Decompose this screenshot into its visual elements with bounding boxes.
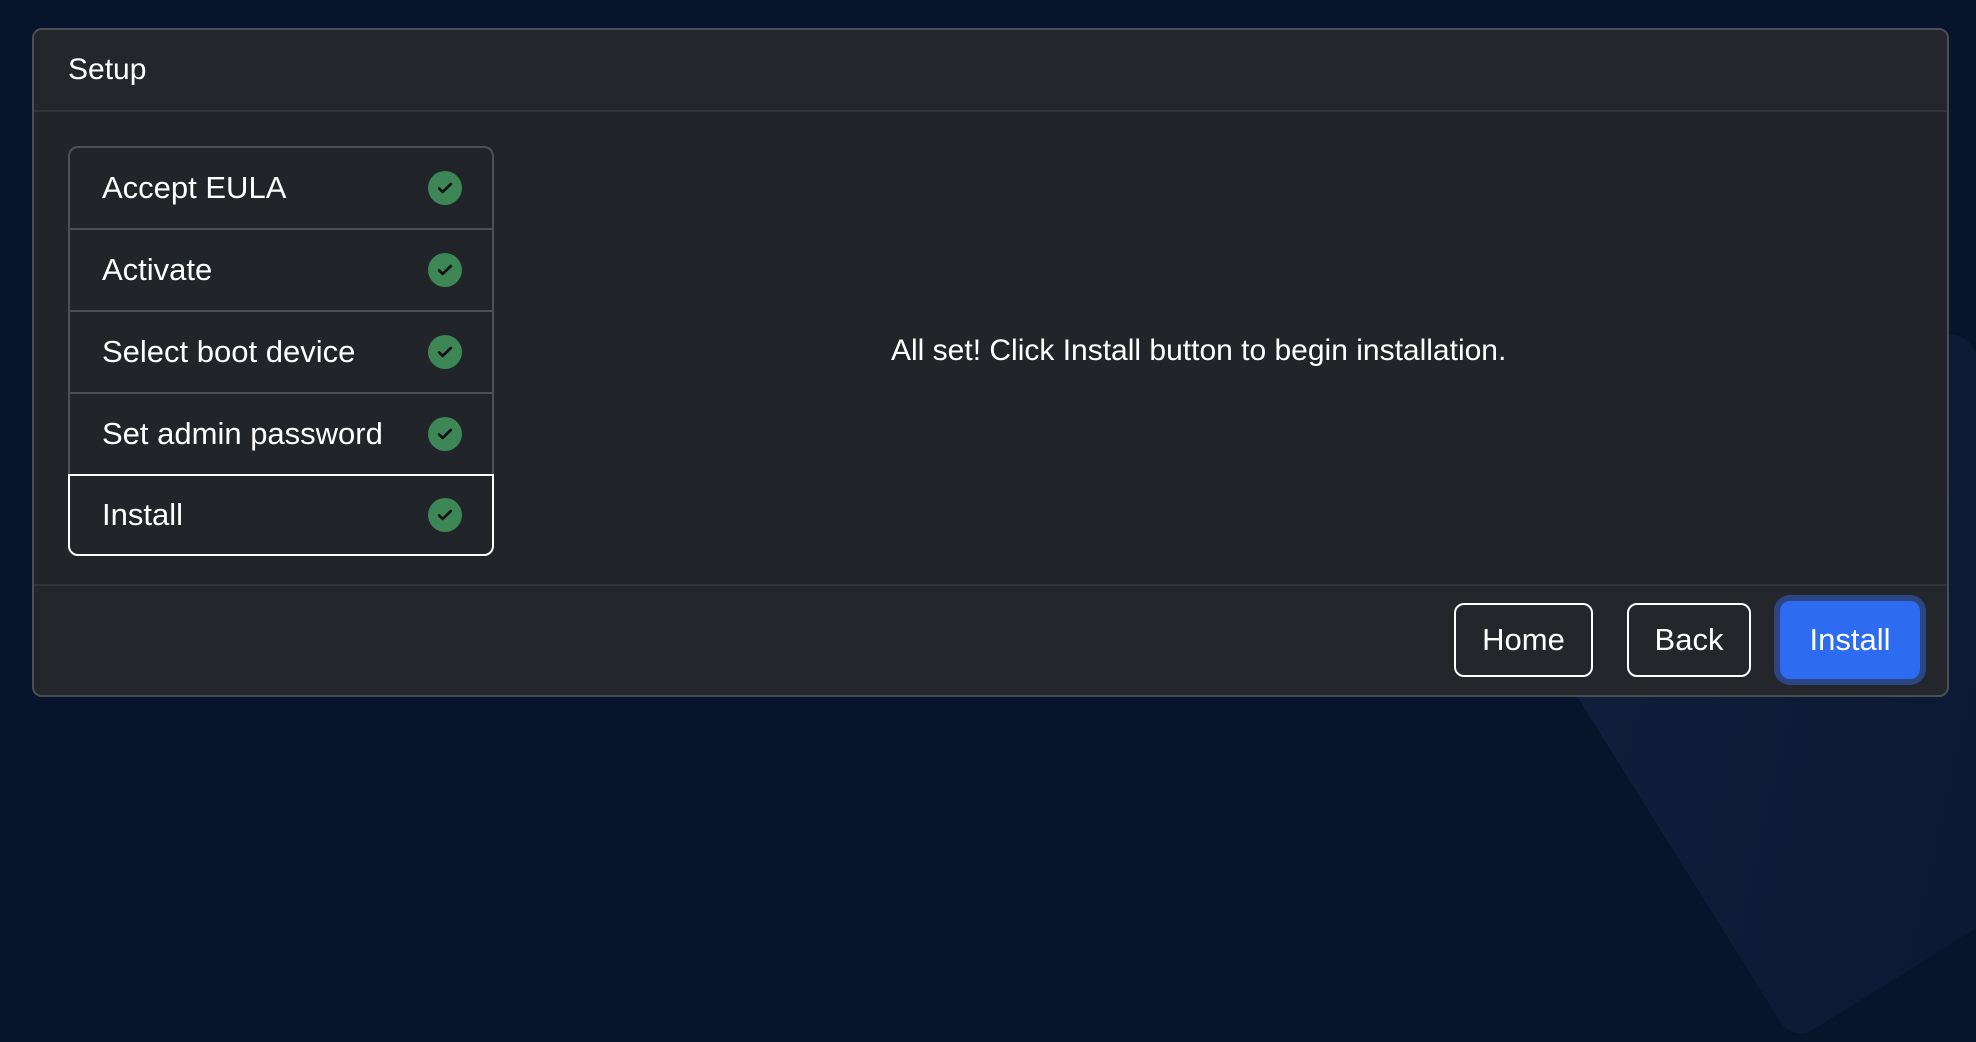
install-button[interactable]: Install: [1780, 601, 1920, 679]
check-circle-icon: [428, 498, 462, 532]
check-circle-icon: [428, 171, 462, 205]
back-button[interactable]: Back: [1627, 603, 1751, 677]
step-install[interactable]: Install: [68, 474, 494, 556]
home-button[interactable]: Home: [1454, 603, 1593, 677]
step-label: Activate: [102, 252, 213, 287]
step-label: Accept EULA: [102, 170, 287, 205]
page-title: Setup: [68, 53, 147, 86]
setup-card: Setup Accept EULA Activate Select boot d…: [32, 28, 1949, 697]
step-accept-eula[interactable]: Accept EULA: [68, 146, 494, 228]
step-set-admin-password[interactable]: Set admin password: [68, 392, 494, 474]
card-footer: Home Back Install: [34, 584, 1947, 695]
step-label: Set admin password: [102, 416, 383, 451]
step-label: Install: [102, 497, 183, 532]
step-select-boot-device[interactable]: Select boot device: [68, 310, 494, 392]
check-circle-icon: [428, 417, 462, 451]
card-header: Setup: [34, 30, 1947, 112]
step-activate[interactable]: Activate: [68, 228, 494, 310]
setup-steps-list: Accept EULA Activate Select boot device: [68, 146, 494, 556]
step-label: Select boot device: [102, 334, 356, 369]
check-circle-icon: [428, 253, 462, 287]
status-message: All set! Click Install button to begin i…: [891, 334, 1507, 367]
card-body: Accept EULA Activate Select boot device: [34, 112, 1947, 586]
check-circle-icon: [428, 335, 462, 369]
